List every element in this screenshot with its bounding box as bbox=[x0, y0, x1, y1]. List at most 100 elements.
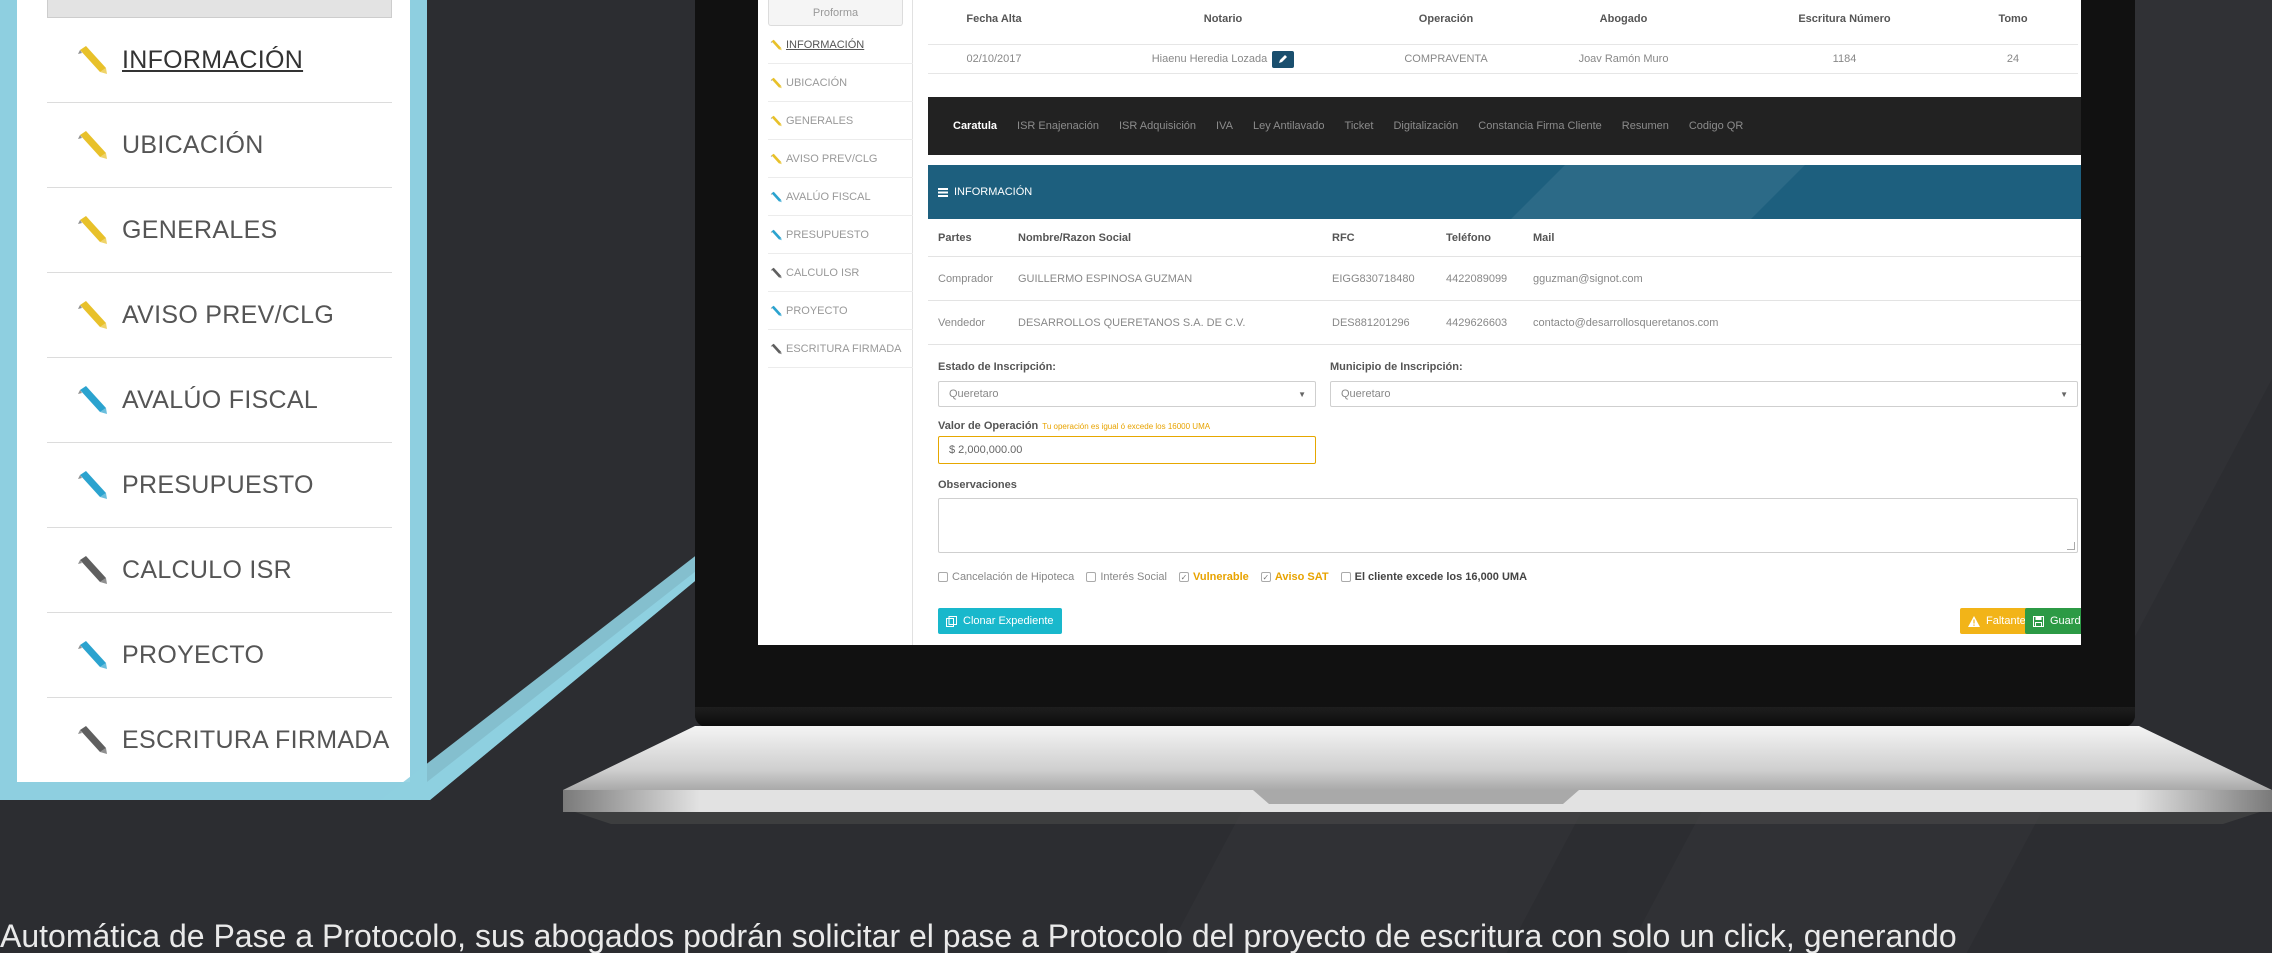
observaciones-textarea[interactable] bbox=[938, 498, 2078, 553]
notario-value: Hiaenu Heredia Lozada bbox=[1151, 53, 1268, 65]
tab[interactable]: ISR Enajenación bbox=[1017, 120, 1099, 132]
sidebar-item[interactable]: PROYECTO bbox=[768, 292, 913, 330]
sidebar-item[interactable]: ESCRITURA FIRMADA bbox=[768, 330, 913, 368]
yellow-marker-icon bbox=[770, 153, 782, 165]
sidebar-item-label: ESCRITURA FIRMADA bbox=[786, 342, 902, 355]
mail-value: contacto@desarrollosqueretanos.com bbox=[1533, 316, 1719, 329]
yellow-marker-icon bbox=[770, 39, 782, 51]
clone-expediente-button[interactable]: Clonar Expediente bbox=[938, 608, 1062, 634]
tab[interactable]: IVA bbox=[1216, 120, 1233, 132]
header-tomo: Tomo bbox=[1998, 13, 2028, 25]
checkbox-label: Aviso SAT bbox=[1274, 571, 1329, 583]
valor-operacion-value: $ 2,000,000.00 bbox=[949, 444, 1023, 456]
sidebar-item[interactable]: AVALÚO FISCAL bbox=[768, 178, 913, 216]
promo-caption: Automática de Pase a Protocolo, sus abog… bbox=[0, 918, 1957, 953]
sidebar-item[interactable]: AVISO PREV/CLG bbox=[768, 140, 913, 178]
header-mail: Mail bbox=[1533, 231, 1555, 244]
tab[interactable]: Ley Antilavado bbox=[1253, 120, 1325, 132]
yellow-marker-icon bbox=[770, 115, 782, 127]
header-shine bbox=[1511, 165, 1805, 219]
header-notario: Notario bbox=[1203, 13, 1243, 25]
sidebar-item-label: AVALÚO FISCAL bbox=[786, 190, 871, 203]
tab[interactable]: Caratula bbox=[953, 120, 997, 132]
rfc-value: DES881201296 bbox=[1332, 316, 1410, 329]
header-operacion: Operación bbox=[1418, 13, 1474, 25]
sidebar-item-label: PROYECTO bbox=[786, 304, 848, 317]
sidebar-item-label: PRESUPUESTO bbox=[786, 228, 869, 241]
gray-marker-icon bbox=[770, 343, 782, 355]
checkbox-label: El cliente excede los 16,000 UMA bbox=[1354, 571, 1528, 583]
operacion-value: COMPRAVENTA bbox=[1404, 53, 1488, 65]
valor-operacion-label-text: Valor de Operación bbox=[938, 420, 1039, 432]
blue-marker-icon bbox=[770, 191, 782, 203]
tab[interactable]: Constancia Firma Cliente bbox=[1478, 120, 1602, 132]
header-fecha-alta: Fecha Alta bbox=[966, 13, 1022, 25]
proforma-button[interactable]: Proforma bbox=[768, 0, 903, 26]
header-abogado: Abogado bbox=[1599, 13, 1648, 25]
municipio-label: Municipio de Inscripción: bbox=[1330, 361, 1463, 373]
fecha-alta-value: 02/10/2017 bbox=[966, 53, 1022, 65]
parte-value: Vendedor bbox=[938, 316, 986, 329]
municipio-select[interactable]: Queretaro ▼ bbox=[1330, 381, 2078, 407]
section-title: INFORMACIÓN bbox=[954, 186, 1033, 198]
sidebar-item[interactable]: INFORMACIÓN bbox=[768, 26, 913, 64]
chevron-down-icon: ▼ bbox=[1298, 390, 1306, 399]
sidebar-item[interactable]: GENERALES bbox=[768, 102, 913, 140]
sidebar-item-label: CALCULO ISR bbox=[786, 266, 860, 279]
header-partes: Partes bbox=[938, 231, 972, 244]
estado-value: Queretaro bbox=[949, 388, 999, 400]
telefono-value: 4429626603 bbox=[1446, 316, 1508, 329]
checkbox[interactable] bbox=[1086, 572, 1097, 582]
notario-cell: Hiaenu Heredia Lozada bbox=[1060, 50, 1386, 68]
uma-warning-note: Tu operación es igual ó excede los 16000… bbox=[1042, 422, 1211, 431]
nombre-value: GUILLERMO ESPINOSA GUZMAN bbox=[1018, 272, 1193, 285]
checkbox[interactable]: ✓ bbox=[1178, 572, 1189, 582]
tab[interactable]: Ticket bbox=[1345, 120, 1374, 132]
app-main-content: Fecha Alta Notario Operación Abogado Esc… bbox=[928, 0, 2081, 645]
gray-marker-icon bbox=[770, 267, 782, 279]
section-tabs: Caratula ISR Enajenación ISR Adquisición IV… bbox=[928, 97, 2081, 155]
checkbox[interactable] bbox=[938, 572, 948, 582]
warning-icon bbox=[1968, 615, 1980, 627]
summary-table-header: Fecha Alta Notario Operación Abogado Esc… bbox=[928, 8, 2078, 30]
checkbox-label: Vulnerable bbox=[1192, 571, 1249, 583]
pencil-icon bbox=[1279, 55, 1288, 63]
expediente-summary-table: Fecha Alta Notario Operación Abogado Esc… bbox=[928, 0, 2078, 95]
tab[interactable]: ISR Adquisición bbox=[1119, 120, 1196, 132]
estado-select[interactable]: Queretaro ▼ bbox=[938, 381, 1316, 407]
sidebar-item[interactable]: UBICACIÓN bbox=[768, 64, 913, 102]
mail-value: gguzman@signot.com bbox=[1533, 272, 1643, 285]
sidebar-item[interactable]: CALCULO ISR bbox=[768, 254, 913, 292]
checkbox[interactable] bbox=[1340, 572, 1351, 582]
copy-icon bbox=[946, 615, 957, 627]
tab[interactable]: Digitalización bbox=[1393, 120, 1458, 132]
options-checkboxes: Cancelación de Hipoteca Interés Social ✓ Vu… bbox=[938, 568, 1533, 586]
header-telefono: Teléfono bbox=[1446, 231, 1492, 244]
floppy-disk-icon bbox=[2033, 615, 2044, 627]
telefono-value: 4422089099 bbox=[1446, 272, 1508, 285]
parte-value: Comprador bbox=[938, 272, 994, 285]
sidebar-item-label: AVISO PREV/CLG bbox=[786, 152, 878, 165]
nombre-value: DESARROLLOS QUERETANOS S.A. DE C.V. bbox=[1018, 316, 1246, 329]
resize-handle-icon[interactable] bbox=[2067, 542, 2075, 550]
valor-operacion-input[interactable]: $ 2,000,000.00 bbox=[938, 436, 1316, 464]
sidebar-item[interactable]: PRESUPUESTO bbox=[768, 216, 913, 254]
yellow-marker-icon bbox=[770, 77, 782, 89]
sidebar-item-label: GENERALES bbox=[786, 114, 854, 127]
blue-marker-icon bbox=[770, 305, 782, 317]
sidebar-item-label: INFORMACIÓN bbox=[786, 38, 865, 51]
chevron-down-icon: ▼ bbox=[2060, 390, 2068, 399]
table-row: 02/10/2017 Hiaenu Heredia Lozada COMPRAV… bbox=[928, 44, 2078, 74]
sidebar-item-label: UBICACIÓN bbox=[786, 76, 848, 89]
estado-label: Estado de Inscripción: bbox=[938, 361, 1056, 373]
municipio-value: Queretaro bbox=[1341, 388, 1391, 400]
blue-marker-icon bbox=[770, 229, 782, 241]
save-button[interactable]: Guardar bbox=[2025, 608, 2081, 634]
tab[interactable]: Resumen bbox=[1622, 120, 1669, 132]
clone-label: Clonar Expediente bbox=[963, 615, 1054, 627]
edit-notario-button[interactable] bbox=[1272, 50, 1295, 68]
header-rfc: RFC bbox=[1332, 231, 1355, 244]
tab[interactable]: Codigo QR bbox=[1689, 120, 1743, 132]
laptop-screen: Proforma INFORMACIÓN UBICACIÓN GENERALES AV… bbox=[758, 0, 2081, 645]
checkbox[interactable]: ✓ bbox=[1260, 572, 1271, 582]
